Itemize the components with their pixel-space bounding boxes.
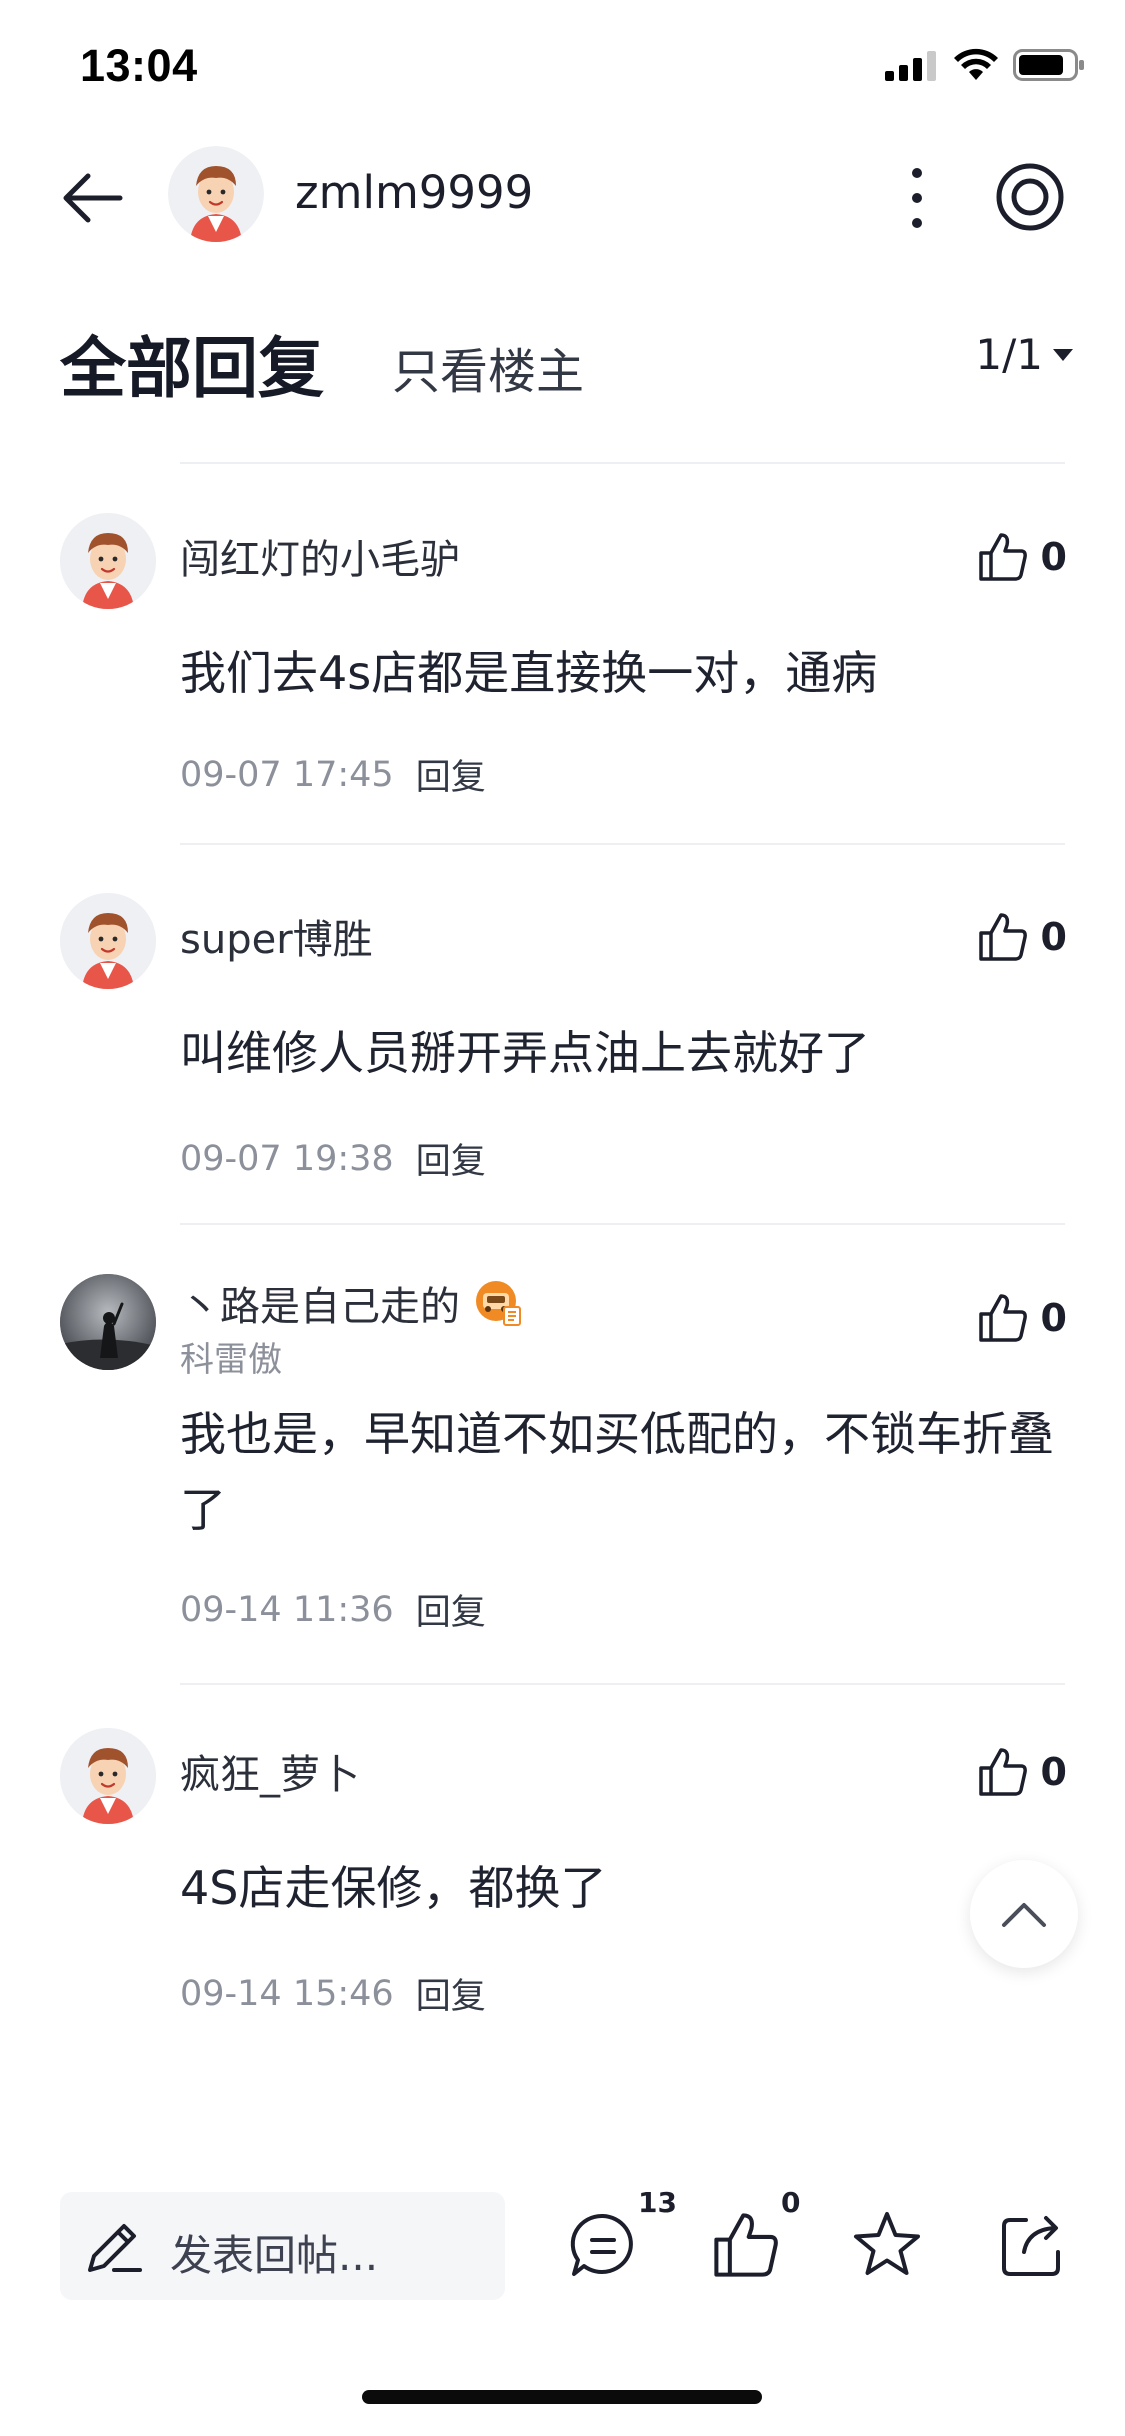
like-count: 0 [1040, 1750, 1067, 1794]
thumbs-up-icon [978, 1294, 1027, 1342]
comment-body: 4S店走保修，都换了 [180, 1861, 607, 1915]
thumbs-up-icon [978, 913, 1027, 961]
comment-body: 我也是，早知道不如买低配的，不锁车折叠了 [180, 1407, 1054, 1537]
wifi-icon [954, 48, 998, 80]
comment-author[interactable]: super博胜 [180, 907, 373, 965]
signal-icon [885, 51, 936, 81]
like-count: 0 [1040, 1296, 1067, 1340]
avatar[interactable] [60, 893, 156, 989]
avatar[interactable] [60, 513, 156, 609]
avatar-cartoon-icon [168, 146, 264, 242]
car-model-label: 科雷傲 [180, 1340, 282, 1380]
compose-placeholder: 发表回帖... [170, 2231, 379, 2280]
reply-tabs: 全部回复 只看楼主 1/1 [0, 300, 1125, 410]
share-icon [1002, 2216, 1060, 2276]
comment-like-button[interactable]: 0 [977, 531, 1067, 583]
like-count: 0 [1040, 535, 1067, 579]
avatar-cartoon-icon [60, 1728, 156, 1824]
divider [180, 1683, 1065, 1685]
comment-bubble-icon [570, 2213, 633, 2276]
avatar[interactable] [60, 1274, 156, 1370]
status-icons [885, 48, 1085, 82]
compose-reply-input[interactable]: 发表回帖... [60, 2192, 505, 2300]
caret-down-icon [1053, 348, 1073, 361]
home-indicator[interactable] [362, 2390, 762, 2404]
bottom-action-bar: 发表回帖... 13 0 [0, 2180, 1125, 2330]
comment-time: 09-14 11:36 [180, 1589, 394, 1630]
status-time: 13:04 [80, 40, 198, 91]
avatar[interactable] [60, 1728, 156, 1824]
comment-like-button[interactable]: 0 [977, 1746, 1067, 1798]
comment-body: 我们去4s店都是直接换一对，通病 [180, 646, 878, 700]
more-icon[interactable] [905, 165, 929, 231]
avatar[interactable] [168, 146, 264, 242]
comment-author[interactable]: 闯红灯的小毛驴 [180, 527, 460, 585]
share-button[interactable] [990, 2204, 1070, 2284]
comment-like-button[interactable]: 0 [977, 911, 1067, 963]
thumbs-up-icon [714, 2213, 778, 2277]
back-arrow-icon[interactable] [58, 168, 128, 228]
pencil-icon [88, 2224, 142, 2272]
page-indicator: 1/1 [975, 330, 1043, 379]
comment-meta: 09-14 15:46 回复 [180, 1968, 486, 2019]
avatar-photo-icon [60, 1274, 156, 1370]
comment-time: 09-14 15:46 [180, 1973, 394, 2014]
comment-meta: 09-07 17:45 回复 [180, 749, 486, 800]
reply-button[interactable]: 回复 [416, 749, 486, 800]
reply-button[interactable]: 回复 [416, 1584, 486, 1635]
favorite-button[interactable] [846, 2204, 926, 2284]
tab-all-replies[interactable]: 全部回复 [60, 315, 324, 411]
comment-meta: 09-14 11:36 回复 [180, 1584, 486, 1635]
comment-author[interactable]: 丶路是自己走的 [180, 1274, 460, 1332]
comments-button[interactable]: 13 [562, 2186, 677, 2284]
reply-button[interactable]: 回复 [416, 1968, 486, 2019]
comment-count-badge: 13 [638, 2186, 677, 2219]
avatar-cartoon-icon [60, 513, 156, 609]
comment-body: 叫维修人员掰开弄点油上去就好了 [180, 1026, 870, 1080]
divider [180, 843, 1065, 845]
battery-icon [1013, 49, 1084, 81]
header-username[interactable]: zmlm9999 [295, 166, 533, 219]
target-icon[interactable] [995, 162, 1065, 232]
comment-meta: 09-07 19:38 回复 [180, 1133, 486, 1184]
star-icon [854, 2212, 920, 2275]
divider [180, 462, 1065, 464]
thumbs-up-icon [978, 533, 1027, 581]
tab-op-only[interactable]: 只看楼主 [392, 332, 584, 402]
thumbs-up-icon [978, 1748, 1027, 1796]
car-owner-badge-icon [476, 1281, 521, 1326]
status-bar: 13:04 [0, 0, 1125, 132]
comment-time: 09-07 17:45 [180, 754, 394, 795]
divider [180, 1223, 1065, 1225]
reply-button[interactable]: 回复 [416, 1133, 486, 1184]
like-post-button[interactable]: 0 [705, 2186, 800, 2284]
page-selector[interactable]: 1/1 [975, 330, 1073, 379]
comment-author[interactable]: 疯狂_萝卜 [180, 1742, 360, 1800]
like-count: 0 [1040, 915, 1067, 959]
avatar-cartoon-icon [60, 893, 156, 989]
comment-author-row: 丶路是自己走的 [180, 1274, 522, 1332]
comment-like-button[interactable]: 0 [977, 1292, 1067, 1344]
nav-header: zmlm9999 [0, 140, 1125, 255]
comment-time: 09-07 19:38 [180, 1138, 394, 1179]
scroll-to-top-button[interactable] [970, 1860, 1078, 1968]
like-count-badge: 0 [781, 2186, 801, 2219]
chevron-up-icon [1002, 1903, 1046, 1927]
